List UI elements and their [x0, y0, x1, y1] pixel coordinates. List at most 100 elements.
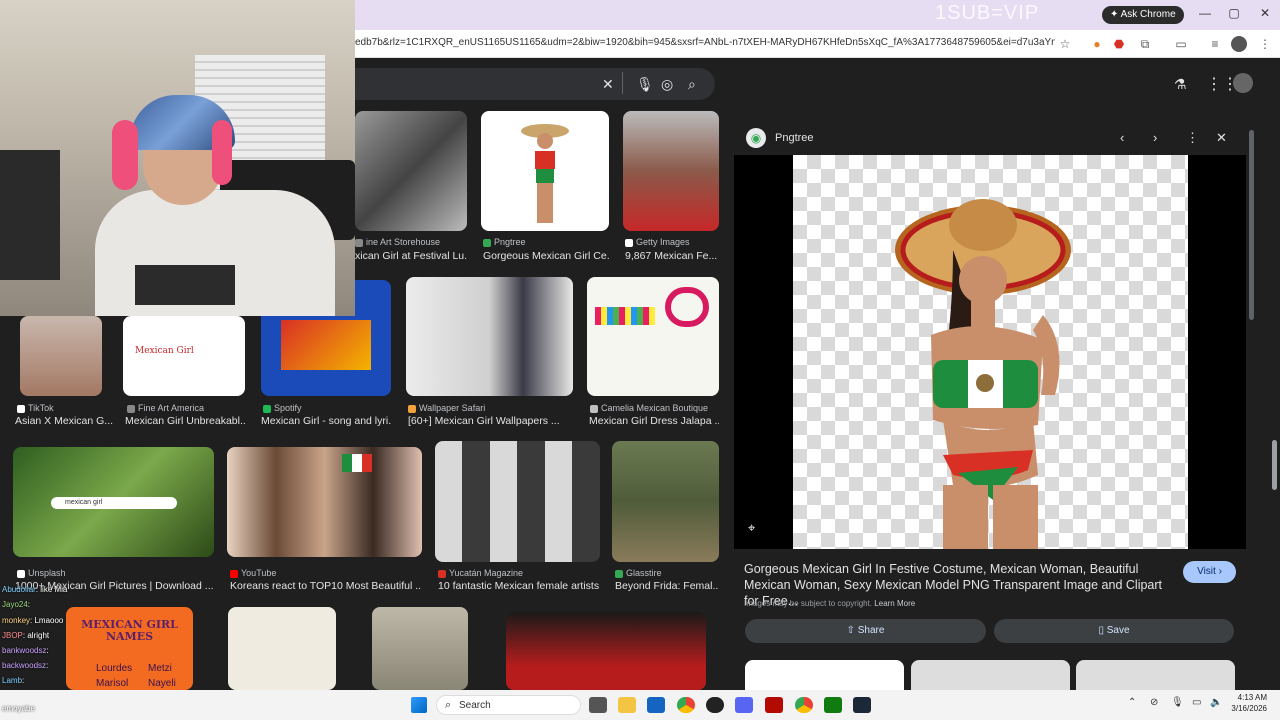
- result-title[interactable]: Asian X Mexican G...: [15, 415, 113, 427]
- taskbar-search[interactable]: ⌕ Search: [436, 695, 581, 715]
- labs-flask-icon[interactable]: ⚗: [1174, 76, 1187, 93]
- result-source: Glasstire: [615, 568, 662, 578]
- steam-icon[interactable]: [853, 697, 871, 713]
- profile-avatar[interactable]: [1231, 36, 1247, 52]
- panel-source-name[interactable]: Pngtree: [775, 132, 814, 144]
- page-scrollbar[interactable]: [1272, 440, 1277, 490]
- mic-icon[interactable]: 🎙: [636, 76, 654, 93]
- visual-search-icon[interactable]: ⌖: [748, 520, 755, 536]
- visit-button[interactable]: Visit ›: [1183, 561, 1236, 583]
- result-source: Pngtree: [483, 237, 526, 247]
- related-image[interactable]: [1076, 660, 1235, 690]
- minimize-button[interactable]: —: [1190, 6, 1220, 20]
- result-image[interactable]: [228, 607, 336, 690]
- copyright-note: Images may be subject to copyright. Lear…: [744, 599, 915, 608]
- result-image[interactable]: [355, 111, 467, 231]
- result-title[interactable]: xican Girl at Festival Lu...: [355, 250, 467, 262]
- display-icon[interactable]: ▭: [1192, 697, 1201, 708]
- result-image[interactable]: [227, 447, 422, 557]
- preview-image[interactable]: [793, 155, 1188, 549]
- result-title[interactable]: Gorgeous Mexican Girl Ce...: [483, 250, 609, 262]
- result-title[interactable]: Beyond Frida: Femal...: [615, 580, 719, 592]
- adblock-icon[interactable]: ⬣: [1111, 36, 1127, 52]
- account-avatar[interactable]: [1233, 73, 1253, 93]
- result-image[interactable]: [612, 441, 719, 562]
- panel-scrollbar[interactable]: [1249, 130, 1254, 320]
- source-favicon: [590, 404, 598, 413]
- headphone-right: [212, 120, 232, 185]
- clear-search-icon[interactable]: ✕: [602, 76, 614, 93]
- discord-icon[interactable]: [735, 697, 753, 713]
- search-icon: ⌕: [445, 699, 452, 711]
- result-title[interactable]: 10 fantastic Mexican female artists...: [438, 580, 600, 592]
- save-button[interactable]: ▯ Save: [994, 619, 1234, 643]
- bookmark-star-icon[interactable]: ☆: [1057, 36, 1073, 52]
- chat-message: emoyabe: [2, 704, 35, 713]
- clock-time[interactable]: 4:13 AM: [1225, 693, 1267, 702]
- prev-arrow-icon[interactable]: ‹: [1120, 130, 1124, 145]
- result-image[interactable]: mexican girl: [13, 447, 214, 557]
- result-image[interactable]: [406, 277, 573, 396]
- extension-icon[interactable]: ●: [1089, 36, 1105, 52]
- result-title[interactable]: [60+] Mexican Girl Wallpapers ...: [408, 415, 573, 427]
- more-options-icon[interactable]: ⋮: [1186, 130, 1199, 146]
- chrome-menu-icon[interactable]: ⋮: [1257, 36, 1273, 52]
- result-title[interactable]: Koreans react to TOP10 Most Beautiful ..…: [230, 580, 422, 592]
- reading-list-icon[interactable]: ≡: [1207, 36, 1223, 52]
- copyright-text: Images may be subject to copyright.: [744, 599, 873, 608]
- close-window-button[interactable]: ✕: [1250, 6, 1280, 20]
- result-title[interactable]: 9,867 Mexican Fe...: [625, 250, 719, 262]
- mic-tray-icon[interactable]: 🎙: [1171, 697, 1184, 708]
- network-icon[interactable]: ⊘: [1150, 697, 1158, 708]
- store-icon[interactable]: [647, 697, 665, 713]
- result-image[interactable]: [20, 316, 102, 396]
- windows-start-icon[interactable]: [411, 697, 427, 713]
- result-image[interactable]: [506, 612, 706, 690]
- close-panel-icon[interactable]: ✕: [1216, 130, 1227, 146]
- poster-name: Marisol: [96, 678, 129, 689]
- divider: [622, 72, 623, 94]
- result-image[interactable]: [623, 111, 719, 231]
- source-favicon: [408, 404, 416, 413]
- result-title[interactable]: Mexican Girl - song and lyri...: [261, 415, 391, 427]
- search-icon[interactable]: ⌕: [688, 76, 696, 93]
- extensions-puzzle-icon[interactable]: ⧉: [1137, 36, 1153, 52]
- xbox-icon[interactable]: [824, 697, 842, 713]
- result-title[interactable]: Mexican Girl Unbreakabl...: [125, 415, 245, 427]
- file-explorer-icon[interactable]: [618, 697, 636, 713]
- task-view-icon[interactable]: [589, 697, 607, 713]
- volume-icon[interactable]: 🔈: [1210, 697, 1222, 708]
- next-arrow-icon[interactable]: ›: [1153, 130, 1157, 145]
- result-image[interactable]: [435, 441, 600, 562]
- clock-date[interactable]: 3/16/2026: [1225, 704, 1267, 713]
- related-image[interactable]: [745, 660, 904, 690]
- result-source: Fine Art America: [127, 403, 204, 413]
- tray-chevron-icon[interactable]: ⌃: [1128, 697, 1136, 708]
- poster-name: Lourdes: [96, 663, 133, 674]
- ask-chrome-button[interactable]: ✦ Ask Chrome: [1102, 6, 1184, 24]
- lens-icon[interactable]: ◎: [661, 76, 673, 93]
- acrobat-icon[interactable]: [765, 697, 783, 713]
- chrome-profile-icon[interactable]: [795, 697, 813, 713]
- mexico-flag: [342, 454, 372, 472]
- result-image[interactable]: Mexican Girl: [123, 316, 245, 396]
- result-source: ine Art Storehouse: [355, 237, 440, 247]
- tshirt-graphic: [135, 265, 235, 305]
- maximize-button[interactable]: ▢: [1219, 6, 1249, 20]
- related-image[interactable]: [911, 660, 1070, 690]
- url-field[interactable]: edb7b&rlz=1C1RXQR_enUS1165US1165&udm=2&b…: [355, 37, 1055, 48]
- chrome-taskbar-icon[interactable]: [677, 697, 695, 713]
- cast-icon[interactable]: ▭: [1173, 36, 1189, 52]
- learn-more-link[interactable]: Learn More: [874, 599, 915, 608]
- result-image[interactable]: [587, 277, 719, 396]
- poster-title: MEXICAN GIRL NAMES: [81, 618, 178, 643]
- obs-icon[interactable]: [706, 697, 724, 713]
- address-bar: edb7b&rlz=1C1RXQR_enUS1165US1165&udm=2&b…: [355, 30, 1280, 58]
- share-button[interactable]: ⇧ Share: [745, 619, 986, 643]
- result-title[interactable]: Mexican Girl Dress Jalapa ...: [589, 415, 719, 427]
- result-image[interactable]: [372, 607, 468, 690]
- chat-message: backwoodsz:: [2, 661, 49, 670]
- result-image[interactable]: [481, 111, 609, 231]
- visit-label: Visit: [1197, 566, 1216, 577]
- result-image[interactable]: MEXICAN GIRL NAMES Lourdes Metzi Marisol…: [66, 607, 193, 690]
